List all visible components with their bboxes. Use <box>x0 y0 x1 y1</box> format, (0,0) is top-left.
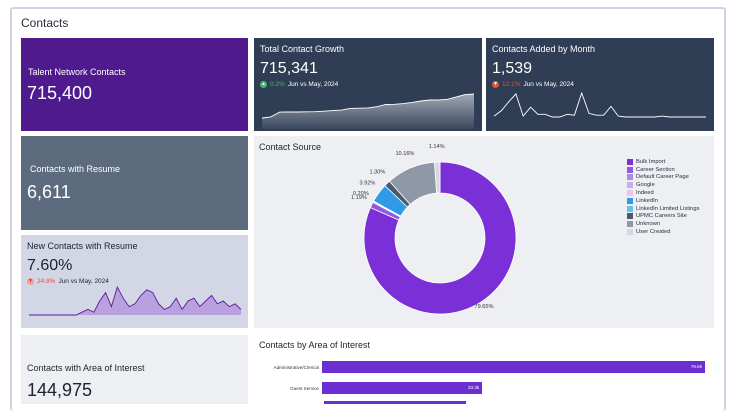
legend-label: Default Career Page <box>636 174 689 181</box>
legend-swatch <box>627 190 633 197</box>
legend-label: Bulk Import <box>636 158 666 165</box>
legend-label: Google <box>636 182 655 189</box>
with-resume-card[interactable]: Contacts with Resume 6,611 <box>21 136 248 230</box>
legend-item[interactable]: LinkedIn <box>627 197 699 205</box>
area-of-interest-label: Contacts with Area of Interest <box>27 363 145 373</box>
area-of-interest-value: 144,975 <box>27 380 93 400</box>
legend-swatch <box>627 182 633 189</box>
legend-swatch <box>627 205 633 212</box>
legend-label: LinkedIn <box>636 197 658 204</box>
total-growth-sparkline <box>261 93 475 129</box>
legend-label: UPMC Careers Site <box>636 213 687 220</box>
legend-item[interactable]: User Created <box>627 228 699 236</box>
legend-item[interactable]: Indeed <box>627 189 699 197</box>
with-resume-label: Contacts with Resume <box>30 164 121 174</box>
legend-swatch <box>627 174 633 181</box>
new-with-resume-sparkline <box>29 285 242 316</box>
legend-swatch <box>627 158 633 165</box>
talent-network-card[interactable]: Talent Network Contacts 715,400 <box>21 38 248 131</box>
area-bars-title: Contacts by Area of Interest <box>259 340 371 350</box>
legend-item[interactable]: Default Career Page <box>627 174 699 182</box>
talent-network-value: 715,400 <box>27 83 93 103</box>
legend-item[interactable]: Career Section <box>627 166 699 174</box>
legend-label: Career Section <box>636 166 675 173</box>
area-of-interest-card[interactable]: Contacts with Area of Interest 144,975 <box>21 335 248 404</box>
bar-category-label: Administrative/Clerical <box>273 364 319 370</box>
with-resume-value: 6,611 <box>27 182 71 202</box>
legend-swatch <box>627 229 633 236</box>
bar-category-label: Guest Service <box>290 385 319 391</box>
contact-source-legend: Bulk Import Career Section Default Career … <box>627 158 699 236</box>
legend-label: Unknown <box>636 221 661 228</box>
bar-row[interactable]: Administrative/Clerical 79.6k <box>258 361 705 373</box>
legend-swatch <box>627 197 633 204</box>
added-by-month-sparkline <box>493 91 706 118</box>
legend-label: Indeed <box>636 190 654 197</box>
added-by-month-card[interactable]: Contacts Added by Month 1,539 ▼ 12.1% Ju… <box>486 38 714 131</box>
talent-network-label: Talent Network Contacts <box>28 67 126 77</box>
new-with-resume-area <box>29 287 241 315</box>
bar[interactable]: 33.3k <box>322 382 483 394</box>
legend-item[interactable]: Unknown <box>627 220 699 228</box>
total-growth-card[interactable]: Total Contact Growth 715,341 ▲ 0.2% Jun … <box>254 38 482 131</box>
legend-swatch <box>627 221 633 228</box>
bar-value-label: 79.6k <box>690 364 702 369</box>
contact-source-title: Contact Source <box>259 142 322 152</box>
legend-label: User Created <box>636 229 671 236</box>
legend-item[interactable]: Google <box>627 181 699 189</box>
legend-item[interactable]: LinkedIn Limited Listings <box>627 205 699 213</box>
legend-swatch <box>627 166 633 173</box>
page-title: Contacts <box>21 16 69 30</box>
added-by-month-line <box>493 91 706 118</box>
bar[interactable]: 79.6k <box>322 361 705 373</box>
bar-value-label: 33.3k <box>467 385 480 390</box>
legend-item[interactable]: UPMC Careers Site <box>627 213 699 221</box>
legend-label: LinkedIn Limited Listings <box>636 205 700 212</box>
legend-swatch <box>627 213 633 220</box>
new-with-resume-card[interactable]: New Contacts with Resume 7.60% ▼ 24.8% J… <box>21 235 248 328</box>
bar-row[interactable]: Guest Service 33.3k <box>258 382 483 394</box>
legend-item[interactable]: Bulk Import <box>627 158 699 166</box>
